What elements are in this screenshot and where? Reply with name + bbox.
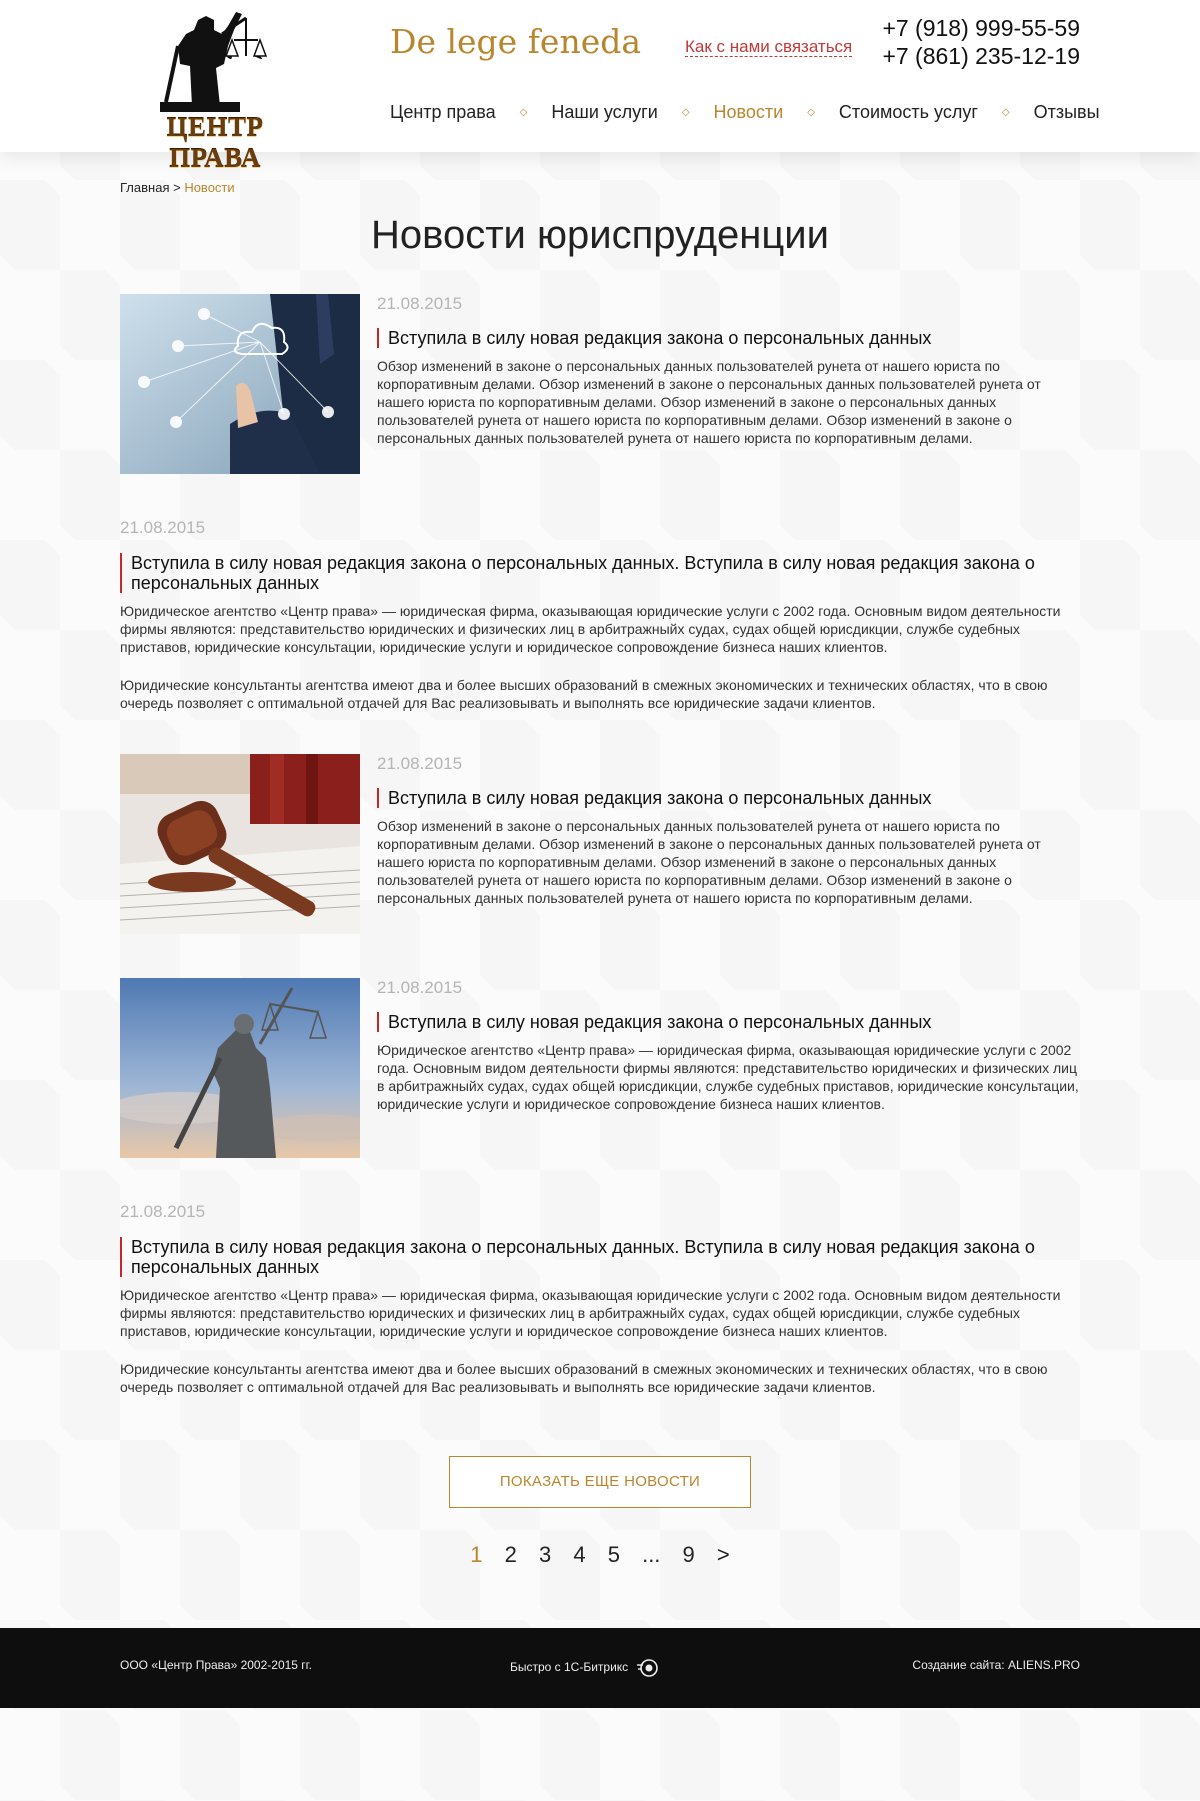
- pagination: 1 2 3 4 5 ... 9 >: [120, 1542, 1080, 1628]
- bitrix-logo-icon: [636, 1659, 658, 1677]
- page-ellipsis: ...: [642, 1542, 661, 1567]
- news-title[interactable]: Вступила в силу новая редакция закона о …: [377, 328, 1080, 348]
- breadcrumb-home[interactable]: Главная: [120, 180, 169, 195]
- page-link[interactable]: 3: [539, 1542, 551, 1568]
- site-tagline: De lege feneda: [390, 22, 642, 61]
- page-link[interactable]: 5: [608, 1542, 620, 1568]
- page-title: Новости юриспруденции: [371, 213, 829, 257]
- news-item: 21.08.2015 Вступила в силу новая редакци…: [120, 294, 1080, 474]
- bitrix-text: Быстро с 1С-Битрикс: [510, 1660, 629, 1675]
- themis-statue-icon: [120, 978, 360, 1158]
- news-title[interactable]: Вступила в силу новая редакция закона о …: [377, 788, 1080, 808]
- phone-block: +7 (918) 999-55-59 +7 (861) 235-12-19: [882, 14, 1080, 70]
- news-item: 21.08.2015 Вступила в силу новая редакци…: [120, 518, 1080, 712]
- phone-2[interactable]: +7 (861) 235-12-19: [882, 42, 1080, 70]
- contact-link[interactable]: Как с нами связаться: [685, 37, 853, 57]
- news-item: 21.08.2015 Вступила в силу новая редакци…: [120, 978, 1080, 1158]
- news-image[interactable]: [120, 294, 360, 474]
- news-date: 21.08.2015: [377, 978, 463, 997]
- news-title[interactable]: Вступила в силу новая редакция закона о …: [120, 553, 1080, 593]
- news-excerpt: Обзор изменений в законе о персональных …: [377, 358, 1041, 446]
- news-image[interactable]: [120, 754, 360, 934]
- themis-logo-icon: [160, 12, 268, 112]
- page-link[interactable]: 1: [470, 1542, 482, 1568]
- gavel-icon: [120, 754, 360, 934]
- cloud-tech-icon: [120, 294, 360, 474]
- news-title[interactable]: Вступила в силу новая редакция закона о …: [377, 1012, 1080, 1032]
- site-footer: ООО «Центр Права» 2002-2015 гг. Быстро с…: [0, 1628, 1200, 1708]
- logo[interactable]: ЦЕНТР ПРАВА: [120, 6, 310, 173]
- made-by: Создание сайта: ALIENS.PRO: [912, 1658, 1080, 1672]
- page-link[interactable]: 9: [683, 1542, 695, 1568]
- news-excerpt-2: Юридические консультанты агентства имеют…: [120, 1361, 1048, 1395]
- site-header: ЦЕНТР ПРАВА De lege feneda Как с нами св…: [0, 0, 1200, 173]
- nav-item-prices[interactable]: Стоимость услуг: [839, 102, 978, 123]
- news-body: 21.08.2015 Вступила в силу новая редакци…: [377, 754, 1080, 934]
- nav-item-news[interactable]: Новости: [714, 102, 784, 123]
- main-nav: Центр права ◇ Наши услуги ◇ Новости ◇ Ст…: [390, 102, 1100, 123]
- news-title[interactable]: Вступила в силу новая редакция закона о …: [120, 1237, 1080, 1277]
- show-more-news-button[interactable]: ПОКАЗАТЬ ЕЩЕ НОВОСТИ: [449, 1456, 751, 1508]
- page-link[interactable]: 2: [505, 1542, 517, 1568]
- nav-item-services[interactable]: Наши услуги: [551, 102, 657, 123]
- made-by-label: Создание сайта:: [912, 1658, 1008, 1672]
- news-list: 21.08.2015 Вступила в силу новая редакци…: [120, 294, 1080, 1396]
- nav-item-reviews[interactable]: Отзывы: [1034, 102, 1100, 123]
- news-date: 21.08.2015: [120, 1202, 206, 1221]
- breadcrumb: Главная > Новости: [120, 152, 1080, 195]
- news-date: 21.08.2015: [377, 754, 463, 773]
- next-page-link[interactable]: >: [717, 1542, 730, 1568]
- news-excerpt: Юридическое агентство «Центр права» — юр…: [120, 1287, 1061, 1339]
- news-body: 21.08.2015 Вступила в силу новая редакци…: [377, 978, 1080, 1158]
- nav-item-center[interactable]: Центр права: [390, 102, 496, 123]
- phone-1[interactable]: +7 (918) 999-55-59: [882, 14, 1080, 42]
- news-excerpt: Юридическое агентство «Центр права» — юр…: [377, 1042, 1079, 1112]
- made-by-link[interactable]: ALIENS.PRO: [1008, 1658, 1080, 1672]
- more-wrap: ПОКАЗАТЬ ЕЩЕ НОВОСТИ: [120, 1456, 1080, 1508]
- breadcrumb-current: Новости: [184, 180, 235, 195]
- page-link[interactable]: 4: [573, 1542, 585, 1568]
- nav-diamond-icon: ◇: [1001, 107, 1010, 118]
- nav-diamond-icon: ◇: [519, 107, 528, 118]
- breadcrumb-separator: >: [169, 180, 185, 195]
- nav-diamond-icon: ◇: [807, 107, 815, 118]
- news-body: 21.08.2015 Вступила в силу новая редакци…: [377, 294, 1080, 474]
- nav-diamond-icon: ◇: [681, 107, 690, 118]
- news-image[interactable]: [120, 978, 360, 1158]
- news-item: 21.08.2015 Вступила в силу новая редакци…: [120, 754, 1080, 934]
- news-excerpt: Юридическое агентство «Центр права» — юр…: [120, 603, 1061, 655]
- news-date: 21.08.2015: [377, 294, 463, 313]
- main-content: Главная > Новости Новости юриспруденции: [120, 152, 1080, 1628]
- bitrix-badge[interactable]: Быстро с 1С-Битрикс: [510, 1658, 658, 1678]
- news-excerpt: Обзор изменений в законе о персональных …: [377, 818, 1041, 906]
- news-excerpt-2: Юридические консультанты агентства имеют…: [120, 677, 1048, 711]
- news-item: 21.08.2015 Вступила в силу новая редакци…: [120, 1202, 1080, 1396]
- news-date: 21.08.2015: [120, 518, 206, 537]
- footer-copyright: ООО «Центр Права» 2002-2015 гг.: [120, 1658, 312, 1672]
